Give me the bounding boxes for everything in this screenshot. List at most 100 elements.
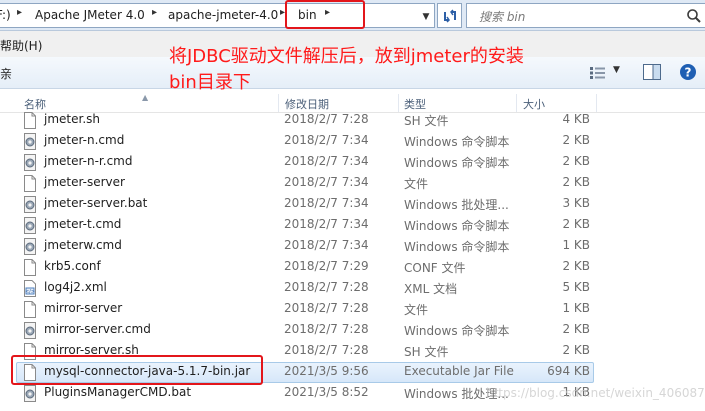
file-date: 2018/2/7 7:34 xyxy=(284,133,369,147)
menu-help[interactable]: 帮助(H) xyxy=(0,37,42,54)
file-name[interactable]: log4j2.xml xyxy=(44,280,107,294)
view-options-dropdown-icon[interactable]: ▼ xyxy=(613,65,620,75)
address-history-dropdown-icon[interactable]: ▼ xyxy=(418,7,434,27)
file-date: 2018/2/7 7:29 xyxy=(284,259,369,273)
file-type: SH 文件 xyxy=(404,345,449,359)
toolbar-item[interactable]: 亲 xyxy=(0,65,12,82)
file-row[interactable]: mirror-server.cmd 2018/2/7 7:28 Windows 命令… xyxy=(0,320,705,341)
file-date: 2018/2/7 7:28 xyxy=(284,112,369,126)
breadcrumb-root[interactable]: F:) xyxy=(0,8,11,22)
file-size: 2 KB xyxy=(562,133,590,147)
file-date: 2018/2/7 7:34 xyxy=(284,196,369,210)
batch-file-icon xyxy=(22,385,38,402)
file-icon xyxy=(22,175,38,192)
breadcrumb-separator-icon[interactable]: ▸ xyxy=(17,7,22,18)
highlight-box-jar-file xyxy=(11,355,263,385)
file-row[interactable]: mirror-server 2018/2/7 7:28 文件 1 KB xyxy=(0,299,705,320)
cmd-script-icon xyxy=(22,154,38,171)
breadcrumb-apache-jmeter-4[interactable]: apache-jmeter-4.0 xyxy=(168,8,278,22)
file-icon xyxy=(22,112,38,129)
file-name[interactable]: krb5.conf xyxy=(44,259,101,273)
file-row[interactable]: jmeter-server 2018/2/7 7:34 文件 2 KB xyxy=(0,173,705,194)
file-icon xyxy=(22,259,38,276)
address-bar[interactable]: F:) ▸ Apache JMeter 4.0 ▸ apache-jmeter-… xyxy=(0,3,435,28)
file-row[interactable]: </> log4j2.xml 2018/2/7 7:28 XML 文档 5 KB xyxy=(0,278,705,299)
file-name[interactable]: jmeter-server xyxy=(44,175,125,189)
file-name[interactable]: jmeter.sh xyxy=(44,112,100,126)
refresh-button[interactable] xyxy=(437,3,462,28)
file-size: 4 KB xyxy=(562,112,590,126)
file-name[interactable]: jmeter-t.cmd xyxy=(44,217,121,231)
file-size: 2 KB xyxy=(562,322,590,336)
breadcrumb-apache-jmeter[interactable]: Apache JMeter 4.0 xyxy=(35,8,145,22)
file-size: 1 KB xyxy=(562,301,590,315)
file-type: Windows 命令脚本 xyxy=(404,219,510,233)
file-name[interactable]: jmeter-server.bat xyxy=(44,196,147,210)
file-type: Windows 命令脚本 xyxy=(404,135,510,149)
file-date: 2018/2/7 7:28 xyxy=(284,280,369,294)
file-row[interactable]: jmeter-t.cmd 2018/2/7 7:34 Windows 命令脚本 2 K… xyxy=(0,215,705,236)
file-row[interactable]: jmeter-server.bat 2018/2/7 7:34 Windows 批处… xyxy=(0,194,705,215)
file-type: CONF 文件 xyxy=(404,261,466,275)
file-name[interactable]: jmeterw.cmd xyxy=(44,238,122,252)
search-input[interactable]: 搜索 bin xyxy=(466,3,705,28)
annotation-line-1: 将JDBC驱动文件解压后，放到jmeter的安装 xyxy=(169,46,524,67)
breadcrumb-separator-icon[interactable]: ▸ xyxy=(152,7,157,18)
file-type: 文件 xyxy=(404,177,429,191)
svg-text:</>: </> xyxy=(25,289,35,295)
file-name[interactable]: jmeter-n-r.cmd xyxy=(44,154,132,168)
file-name[interactable]: mirror-server.cmd xyxy=(44,322,151,336)
watermark: https://blog.csdn.net/weixin_40608713 xyxy=(486,386,705,400)
svg-text:?: ? xyxy=(685,66,692,80)
file-type: Windows 批处理... xyxy=(404,198,509,212)
batch-file-icon xyxy=(22,196,38,213)
preview-pane-icon[interactable] xyxy=(642,63,662,81)
file-size: 2 KB xyxy=(562,154,590,168)
file-date: 2018/2/7 7:34 xyxy=(284,175,369,189)
file-date: 2021/3/5 9:56 xyxy=(284,364,369,378)
search-placeholder: 搜索 bin xyxy=(479,10,526,24)
file-type: XML 文档 xyxy=(404,282,458,296)
file-row[interactable]: jmeterw.cmd 2018/2/7 7:34 Windows 命令脚本 1 KB xyxy=(0,236,705,257)
file-name[interactable]: jmeter-n.cmd xyxy=(44,133,124,147)
refresh-icon xyxy=(443,8,456,23)
file-name[interactable]: PluginsManagerCMD.bat xyxy=(44,385,191,399)
file-type: 文件 xyxy=(404,303,429,317)
file-size: 1 KB xyxy=(562,238,590,252)
cmd-script-icon xyxy=(22,322,38,339)
file-type: Windows 命令脚本 xyxy=(404,156,510,170)
file-date: 2021/3/5 8:52 xyxy=(284,385,369,399)
file-size: 2 KB xyxy=(562,217,590,231)
file-date: 2018/2/7 7:28 xyxy=(284,343,369,357)
file-size: 2 KB xyxy=(562,259,590,273)
file-row[interactable]: krb5.conf 2018/2/7 7:29 CONF 文件 2 KB xyxy=(0,257,705,278)
file-date: 2018/2/7 7:34 xyxy=(284,217,369,231)
search-icon[interactable] xyxy=(686,8,702,24)
file-date: 2018/2/7 7:28 xyxy=(284,301,369,315)
file-size: 2 KB xyxy=(562,343,590,357)
file-type: Windows 命令脚本 xyxy=(404,324,510,338)
highlight-box-bin xyxy=(285,0,365,29)
file-row[interactable]: jmeter-n-r.cmd 2018/2/7 7:34 Windows 命令脚本 2… xyxy=(0,152,705,173)
file-row[interactable]: jmeter-n.cmd 2018/2/7 7:34 Windows 命令脚本 2 K… xyxy=(0,131,705,152)
file-size: 694 KB xyxy=(547,364,590,378)
file-type: SH 文件 xyxy=(404,114,449,128)
file-size: 2 KB xyxy=(562,175,590,189)
file-row[interactable]: jmeter.sh 2018/2/7 7:28 SH 文件 4 KB xyxy=(0,110,705,131)
file-date: 2018/2/7 7:34 xyxy=(284,154,369,168)
file-size: 3 KB xyxy=(562,196,590,210)
file-name[interactable]: mirror-server xyxy=(44,301,122,315)
file-type: Windows 命令脚本 xyxy=(404,240,510,254)
annotation-text: 将JDBC驱动文件解压后，放到jmeter的安装 bin目录下 xyxy=(169,44,599,96)
cmd-script-icon xyxy=(22,133,38,150)
cmd-script-icon xyxy=(22,238,38,255)
file-type: Executable Jar File xyxy=(404,364,514,378)
file-size: 5 KB xyxy=(562,280,590,294)
help-icon[interactable]: ? xyxy=(679,63,697,81)
xml-file-icon: </> xyxy=(22,280,38,297)
cmd-script-icon xyxy=(22,217,38,234)
file-date: 2018/2/7 7:34 xyxy=(284,238,369,252)
file-icon xyxy=(22,301,38,318)
file-date: 2018/2/7 7:28 xyxy=(284,322,369,336)
sort-ascending-icon: ▲ xyxy=(142,93,149,102)
